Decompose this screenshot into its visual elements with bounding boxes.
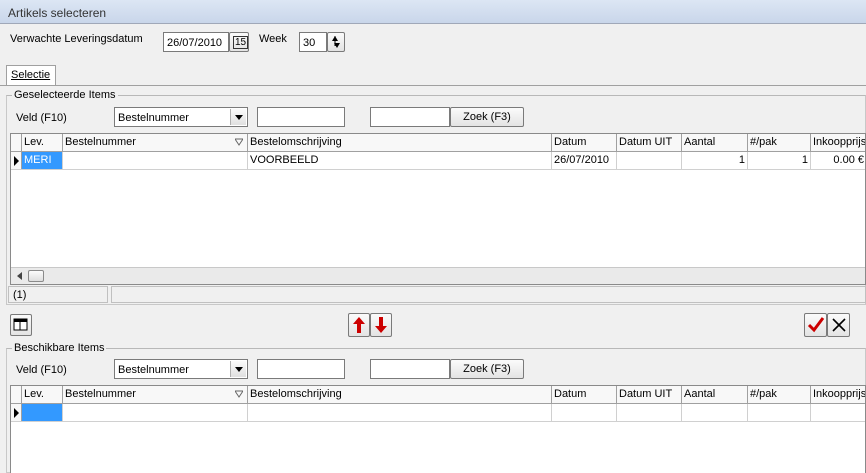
col-inkoopprijs[interactable]: Inkoopprijs <box>811 386 865 403</box>
week-label: Week <box>259 33 287 45</box>
close-icon <box>832 318 846 332</box>
cell-pak[interactable] <box>748 404 811 421</box>
arrow-up-icon <box>353 317 365 333</box>
col-datum-uit[interactable]: Datum UIT <box>617 134 682 151</box>
selected-search-button[interactable]: Zoek (F3) <box>450 107 524 127</box>
table-row[interactable]: MERI VOORBEELD 26/07/2010 1 1 0.00 € <box>11 152 865 170</box>
window-titlebar: Artikels selecteren <box>0 0 866 24</box>
cell-bestelnummer[interactable] <box>63 152 248 169</box>
cell-bestelnummer[interactable] <box>63 404 248 421</box>
row-indicator-header <box>11 386 22 403</box>
available-field-label: Veld (F10) <box>16 364 67 376</box>
col-bestelnummer[interactable]: Bestelnummer <box>63 134 248 151</box>
week-stepper[interactable] <box>327 32 345 52</box>
col-bestelomschrijving[interactable]: Bestelomschrijving <box>248 134 552 151</box>
selected-search-input[interactable] <box>257 107 345 127</box>
window-title: Artikels selecteren <box>8 6 107 20</box>
cell-datum[interactable]: 26/07/2010 <box>552 152 617 169</box>
week-input[interactable]: 30 <box>299 32 327 52</box>
col-pak[interactable]: #/pak <box>748 134 811 151</box>
selected-search-input-2[interactable] <box>370 107 450 127</box>
tab-selectie[interactable]: Selectie <box>6 65 56 85</box>
selected-field-label: Veld (F10) <box>16 112 67 124</box>
table-row[interactable] <box>11 404 865 422</box>
available-search-input[interactable] <box>257 359 345 379</box>
row-indicator <box>11 152 22 169</box>
cell-pak[interactable]: 1 <box>748 152 811 169</box>
cell-inkoopprijs[interactable]: 0.00 € <box>811 152 865 169</box>
col-aantal[interactable]: Aantal <box>682 386 748 403</box>
col-inkoopprijs[interactable]: Inkoopprijs <box>811 134 865 151</box>
calendar-button[interactable]: 15 <box>229 32 249 52</box>
available-search-button[interactable]: Zoek (F3) <box>450 359 524 379</box>
selected-count: (1) <box>8 286 108 303</box>
cell-datum-uit[interactable] <box>617 404 682 421</box>
col-datum-uit[interactable]: Datum UIT <box>617 386 682 403</box>
col-lev[interactable]: Lev. <box>22 386 63 403</box>
available-field-select[interactable]: Bestelnummer <box>114 359 248 379</box>
move-down-button[interactable] <box>370 313 392 337</box>
current-row-arrow-icon <box>14 156 19 166</box>
selected-field-select[interactable]: Bestelnummer <box>114 107 248 127</box>
col-bestelomschrijving[interactable]: Bestelomschrijving <box>248 386 552 403</box>
status-panel <box>111 286 866 303</box>
scroll-left-icon[interactable] <box>15 271 25 281</box>
chevron-down-icon[interactable] <box>230 361 246 377</box>
grid-header: Lev. Bestelnummer Bestelomschrijving Dat… <box>11 134 865 152</box>
columns-icon <box>13 318 28 331</box>
grid-header: Lev. Bestelnummer Bestelomschrijving Dat… <box>11 386 865 404</box>
arrow-down-icon <box>375 317 387 333</box>
available-items-title: Beschikbare Items <box>12 342 107 354</box>
horizontal-scrollbar[interactable] <box>11 267 865 284</box>
col-datum[interactable]: Datum <box>552 386 617 403</box>
col-aantal[interactable]: Aantal <box>682 134 748 151</box>
selected-items-grid: Lev. Bestelnummer Bestelomschrijving Dat… <box>10 133 866 285</box>
cell-inkoopprijs[interactable] <box>811 404 865 421</box>
available-search-input-2[interactable] <box>370 359 450 379</box>
delivery-date-value: 26/07/2010 <box>167 37 223 49</box>
col-datum[interactable]: Datum <box>552 134 617 151</box>
checkmark-icon <box>807 317 825 333</box>
col-bestelnummer[interactable]: Bestelnummer <box>63 386 248 403</box>
available-items-grid: Lev. Bestelnummer Bestelomschrijving Dat… <box>10 385 866 473</box>
scroll-thumb[interactable] <box>28 270 44 282</box>
delivery-date-input[interactable]: 26/07/2010 <box>163 32 229 52</box>
cell-datum[interactable] <box>552 404 617 421</box>
cell-aantal[interactable]: 1 <box>682 152 748 169</box>
cell-omschrijving[interactable] <box>248 404 552 421</box>
stepper-arrows-icon <box>332 36 340 48</box>
row-indicator <box>11 404 22 421</box>
cell-omschrijving[interactable]: VOORBEELD <box>248 152 552 169</box>
selected-items-title: Geselecteerde Items <box>12 89 118 101</box>
columns-button[interactable] <box>10 314 32 336</box>
sort-desc-icon <box>235 138 243 146</box>
move-up-button[interactable] <box>348 313 370 337</box>
cell-aantal[interactable] <box>682 404 748 421</box>
cancel-button[interactable] <box>827 313 850 337</box>
sort-desc-icon <box>235 390 243 398</box>
calendar-icon: 15 <box>233 36 249 49</box>
col-pak[interactable]: #/pak <box>748 386 811 403</box>
col-lev[interactable]: Lev. <box>22 134 63 151</box>
current-row-arrow-icon <box>14 408 19 418</box>
cell-lev[interactable] <box>22 404 63 421</box>
delivery-date-label: Verwachte Leveringsdatum <box>10 33 143 45</box>
cell-datum-uit[interactable] <box>617 152 682 169</box>
confirm-button[interactable] <box>804 313 827 337</box>
row-indicator-header <box>11 134 22 151</box>
chevron-down-icon[interactable] <box>230 109 246 125</box>
cell-lev[interactable]: MERI <box>22 152 63 169</box>
week-value: 30 <box>303 37 316 49</box>
tab-divider <box>0 85 866 86</box>
